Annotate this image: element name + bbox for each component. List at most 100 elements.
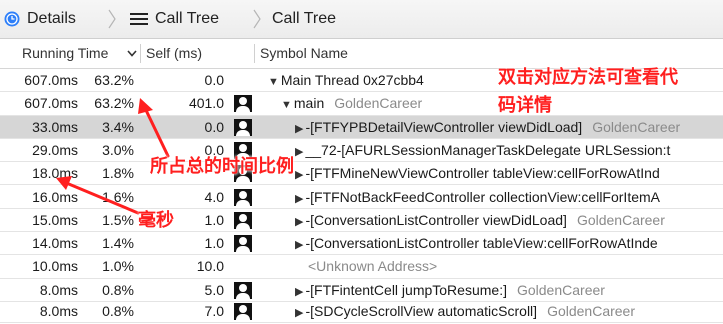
symbol-cell: ▶ -[SDCycleScrollView automaticScroll] Gol…	[295, 300, 635, 322]
table-row[interactable]: 14.0ms 1.4% 1.0 ▶ -[ConversationListContr…	[0, 232, 723, 256]
disclosure-triangle-icon[interactable]: ▶	[295, 123, 303, 135]
symbol-name: -[FTFMineNewViewController tableView:cel…	[305, 165, 660, 182]
symbol-cell: ▶ -[FTFMineNewViewController tableView:ce…	[295, 162, 660, 184]
module-name: GoldenCareer	[334, 95, 423, 112]
module-name: GoldenCareer	[516, 281, 605, 298]
list-icon	[130, 13, 148, 25]
chevron-right-icon	[253, 9, 261, 29]
user-icon	[234, 235, 252, 253]
running-time-cell: 607.0ms	[24, 72, 78, 88]
symbol-cell: ▼ Main Thread 0x27cbb4	[268, 69, 424, 91]
symbol-cell: ▶ -[FTFintentCell jumpToResume:] GoldenCar…	[295, 279, 605, 301]
table-row[interactable]: 10.0ms 1.0% 10.0 <Unknown Address>	[0, 255, 723, 279]
disclosure-triangle-icon[interactable]: ▼	[268, 76, 279, 88]
symbol-cell: ▶ -[FTFNotBackFeedController collectionVi…	[295, 186, 660, 208]
symbol-name: -[ConversationListController viewDidLoad…	[305, 211, 567, 228]
symbol-name: -[ConversationListController tableView:c…	[305, 235, 658, 252]
user-icon	[234, 303, 252, 320]
symbol-name: -[FTFintentCell jumpToResume:]	[305, 281, 507, 298]
table-row[interactable]: 607.0ms 63.2% 401.0 ▼ main GoldenCareer	[0, 92, 723, 116]
percentage-cell: 1.6%	[102, 188, 134, 205]
user-icon	[234, 281, 252, 299]
running-time-header[interactable]: Running Time	[22, 39, 108, 68]
column-divider[interactable]	[254, 44, 255, 63]
user-icon	[234, 118, 252, 136]
symbol-name: <Unknown Address>	[308, 258, 438, 275]
self-cell: 0.0	[204, 118, 224, 135]
details-breadcrumb[interactable]: Details	[27, 0, 76, 38]
jump-bar: Details Call Tree Call Tree	[0, 0, 723, 39]
disclosure-triangle-icon[interactable]: ▶	[295, 307, 303, 319]
module-name: GoldenCareer	[547, 303, 635, 319]
symbol-name: Main Thread 0x27cbb4	[280, 72, 424, 88]
percentage-cell: 63.2%	[94, 95, 134, 112]
table-row[interactable]: 16.0ms 1.6% 4.0 ▶ -[FTFNotBackFeedControl…	[0, 186, 723, 209]
symbol-name-header[interactable]: Symbol Name	[260, 39, 348, 68]
user-icon	[234, 95, 252, 113]
table-row[interactable]: 29.0ms 3.0% 0.0 ▶ __72-[AFURLSessionManag…	[0, 139, 723, 163]
annotation-percentage: 所占总的时间比例	[150, 156, 294, 176]
table-row[interactable]: 8.0ms 0.8% 5.0 ▶ -[FTFintentCell jumpToRe…	[0, 279, 723, 302]
disclosure-triangle-icon[interactable]: ▶	[295, 169, 303, 181]
symbol-cell: ▼ main GoldenCareer	[281, 92, 422, 114]
running-time-cell: 16.0ms	[32, 188, 78, 205]
user-icon	[234, 188, 252, 206]
annotation-ms: 毫秒	[138, 210, 174, 230]
module-name: GoldenCareer	[592, 118, 681, 135]
running-time-cell: 607.0ms	[24, 95, 78, 112]
annotation-double-click: 双击对应方法可查看代	[498, 67, 678, 87]
running-time-cell: 33.0ms	[32, 118, 78, 135]
running-time-cell: 8.0ms	[39, 303, 78, 319]
percentage-cell: 63.2%	[94, 72, 134, 88]
symbol-cell: ▶ -[ConversationListController viewDidLoa…	[295, 209, 665, 231]
clock-icon	[4, 11, 20, 27]
percentage-cell: 1.5%	[102, 211, 134, 228]
percentage-cell: 1.0%	[102, 258, 134, 275]
symbol-name: -[FTFNotBackFeedController collectionVie…	[305, 188, 660, 205]
running-time-cell: 29.0ms	[32, 141, 78, 158]
user-icon	[234, 211, 252, 229]
running-time-cell: 14.0ms	[32, 235, 78, 252]
symbol-cell: ▶ -[ConversationListController tableView:…	[295, 232, 658, 254]
disclosure-triangle-icon[interactable]: ▶	[295, 286, 303, 298]
annotation-double-click-2: 码详情	[498, 95, 552, 115]
percentage-cell: 1.8%	[102, 165, 134, 182]
percentage-cell: 1.4%	[102, 235, 134, 252]
running-time-cell: 8.0ms	[39, 281, 78, 298]
running-time-cell: 18.0ms	[32, 165, 78, 182]
percentage-cell: 0.8%	[102, 281, 134, 298]
call-tree-breadcrumb-2[interactable]: Call Tree	[272, 0, 336, 38]
chevron-right-icon	[108, 9, 116, 29]
table-row[interactable]: 15.0ms 1.5% 1.0 ▶ -[ConversationListContr…	[0, 209, 723, 233]
symbol-cell: <Unknown Address>	[308, 255, 437, 277]
table-row-selected[interactable]: 33.0ms 3.4% 0.0 ▶ -[FTFYPBDetailViewContr…	[0, 115, 723, 139]
running-time-cell: 10.0ms	[32, 258, 78, 275]
self-cell: 0.0	[204, 72, 224, 88]
disclosure-triangle-icon[interactable]: ▶	[295, 216, 303, 228]
self-cell: 401.0	[188, 95, 224, 112]
percentage-cell: 3.4%	[102, 118, 134, 135]
call-tree-breadcrumb[interactable]: Call Tree	[155, 0, 219, 38]
disclosure-triangle-icon[interactable]: ▶	[295, 239, 303, 251]
symbol-cell: ▶ __72-[AFURLSessionManagerTaskDelegate U…	[295, 139, 670, 161]
self-cell: 4.0	[204, 188, 224, 205]
symbol-name: -[SDCycleScrollView automaticScroll]	[305, 303, 538, 319]
disclosure-triangle-icon[interactable]: ▼	[281, 99, 292, 111]
running-time-cell: 15.0ms	[32, 211, 78, 228]
disclosure-triangle-icon[interactable]: ▶	[295, 146, 303, 158]
self-cell: 7.0	[204, 303, 224, 319]
self-header[interactable]: Self (ms)	[146, 39, 202, 68]
table-row[interactable]: 8.0ms 0.8% 7.0 ▶ -[SDCycleScrollView auto…	[0, 300, 723, 324]
symbol-name: -[FTFYPBDetailViewController viewDidLoad…	[305, 118, 583, 135]
symbol-name: main	[293, 95, 325, 112]
percentage-cell: 0.8%	[102, 303, 134, 319]
self-cell: 5.0	[204, 281, 224, 298]
disclosure-triangle-icon[interactable]: ▶	[295, 193, 303, 205]
chevron-down-icon[interactable]	[127, 50, 137, 57]
symbol-name: __72-[AFURLSessionManagerTaskDelegate UR…	[305, 141, 671, 158]
module-name: GoldenCareer	[576, 211, 665, 228]
table-row[interactable]: 18.0ms 1.8% ▶ -[FTFMineNewViewController …	[0, 162, 723, 186]
self-cell: 1.0	[204, 235, 224, 252]
column-divider[interactable]	[140, 44, 141, 63]
symbol-cell: ▶ -[FTFYPBDetailViewController viewDidLoa…	[295, 116, 680, 138]
